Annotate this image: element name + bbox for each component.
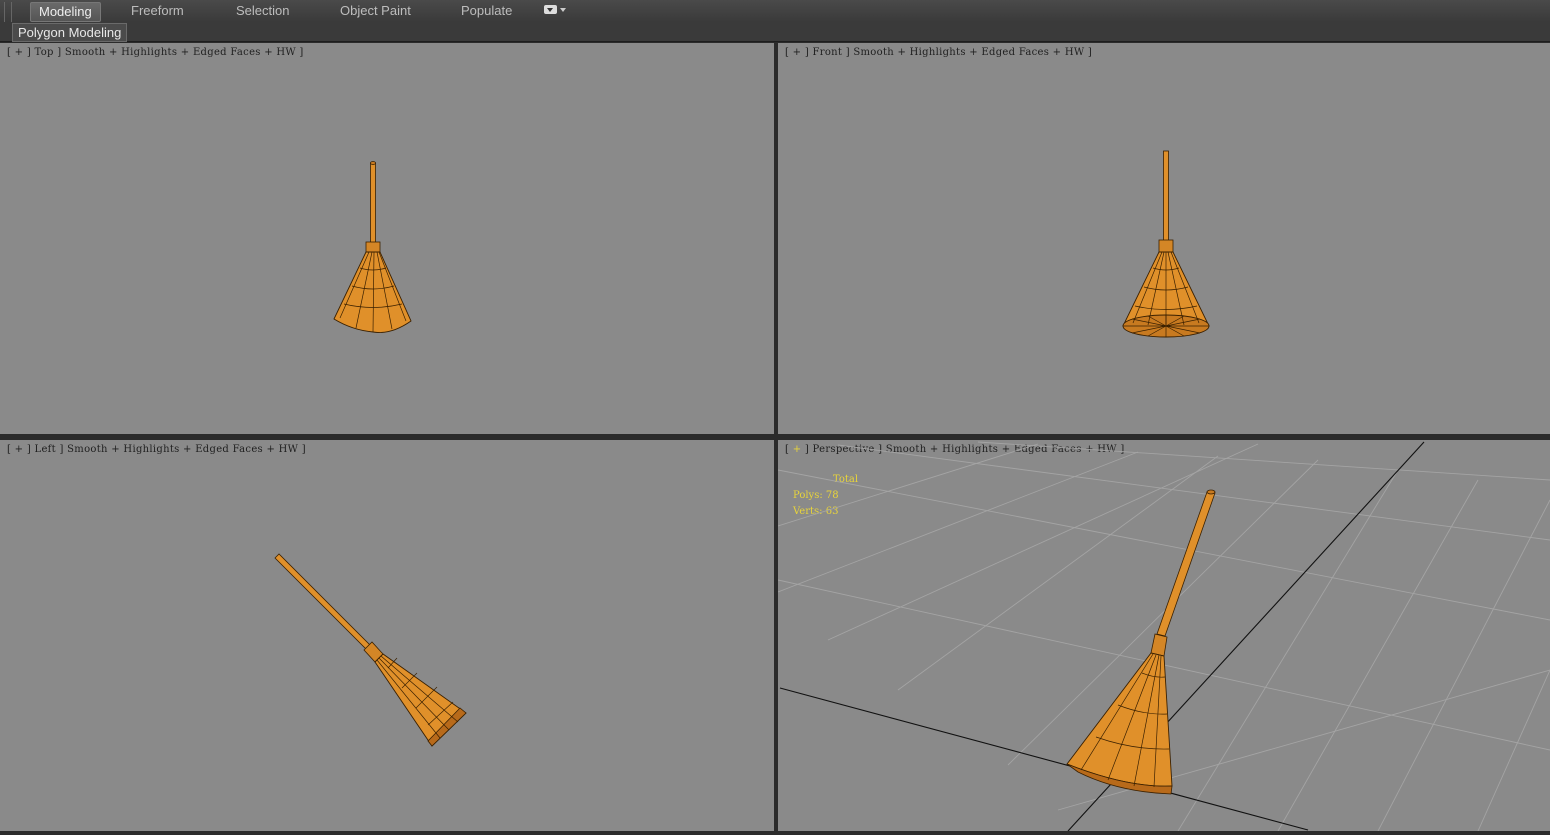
tab-modeling-label: Modeling — [39, 4, 92, 19]
tab-object-paint[interactable]: Object Paint — [332, 2, 419, 20]
polygon-modeling-panel-button[interactable]: Polygon Modeling — [12, 23, 128, 42]
viewport-perspective[interactable]: [ + ] Perspective ] Smooth + Highlights … — [778, 440, 1550, 831]
perspective-scene[interactable] — [778, 440, 1550, 831]
chevron-down-icon — [544, 5, 557, 14]
tab-selection[interactable]: Selection — [228, 2, 297, 20]
tab-populate-label: Populate — [461, 3, 513, 18]
ribbon-options-dropdown[interactable] — [544, 5, 566, 17]
dropdown-arrow-icon — [560, 8, 566, 12]
tab-freeform[interactable]: Freeform — [123, 2, 192, 20]
ribbon-panel-bar: Polygon Modeling — [0, 22, 1550, 42]
ribbon-tab-bar: Modeling Freeform Selection Object Paint… — [0, 0, 1550, 40]
viewport-front[interactable]: [ + ] Front ] Smooth + Highlights + Edge… — [778, 43, 1550, 434]
tab-selection-label: Selection — [236, 3, 290, 18]
tab-populate[interactable]: Populate — [453, 2, 520, 20]
viewport-top[interactable]: [ + ] Top ] Smooth + Highlights + Edged … — [0, 43, 774, 434]
broom-top-view[interactable] — [0, 43, 774, 434]
tab-modeling[interactable]: Modeling — [30, 2, 101, 22]
viewport-left[interactable]: [ + ] Left ] Smooth + Highlights + Edged… — [0, 440, 774, 831]
broom-left-view[interactable] — [0, 440, 774, 831]
broom-front-view[interactable] — [778, 43, 1550, 434]
tab-freeform-label: Freeform — [131, 3, 184, 18]
tab-object-paint-label: Object Paint — [340, 3, 411, 18]
